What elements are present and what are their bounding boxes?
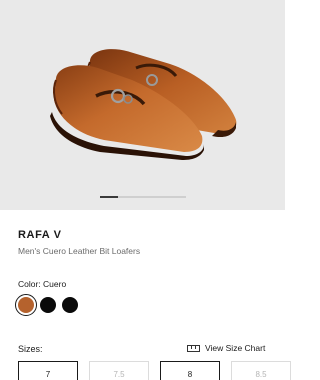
color-swatches xyxy=(15,294,78,316)
size-options: 7 7.5 8 8.5 xyxy=(18,361,291,380)
view-size-chart-link[interactable]: View Size Chart xyxy=(187,343,265,353)
product-description: Men's Cuero Leather Bit Loafers xyxy=(18,246,141,256)
product-image-carousel[interactable] xyxy=(0,0,285,210)
size-option[interactable]: 8 xyxy=(160,361,220,380)
sizes-label: Sizes: xyxy=(18,344,43,354)
carousel-active-slide xyxy=(100,196,118,198)
size-option[interactable]: 7 xyxy=(18,361,78,380)
color-swatch-black[interactable] xyxy=(40,297,56,313)
color-label: Color: Cuero xyxy=(18,279,67,289)
color-swatch-cuero[interactable] xyxy=(15,294,37,316)
carousel-indicator[interactable] xyxy=(100,196,186,198)
size-chart-label: View Size Chart xyxy=(205,343,266,353)
product-title: RAFA V xyxy=(18,229,62,241)
ruler-icon xyxy=(187,344,200,352)
product-image xyxy=(50,49,237,160)
size-option[interactable]: 7.5 xyxy=(89,361,149,380)
size-option[interactable]: 8.5 xyxy=(231,361,291,380)
color-swatch-black-2[interactable] xyxy=(62,297,78,313)
